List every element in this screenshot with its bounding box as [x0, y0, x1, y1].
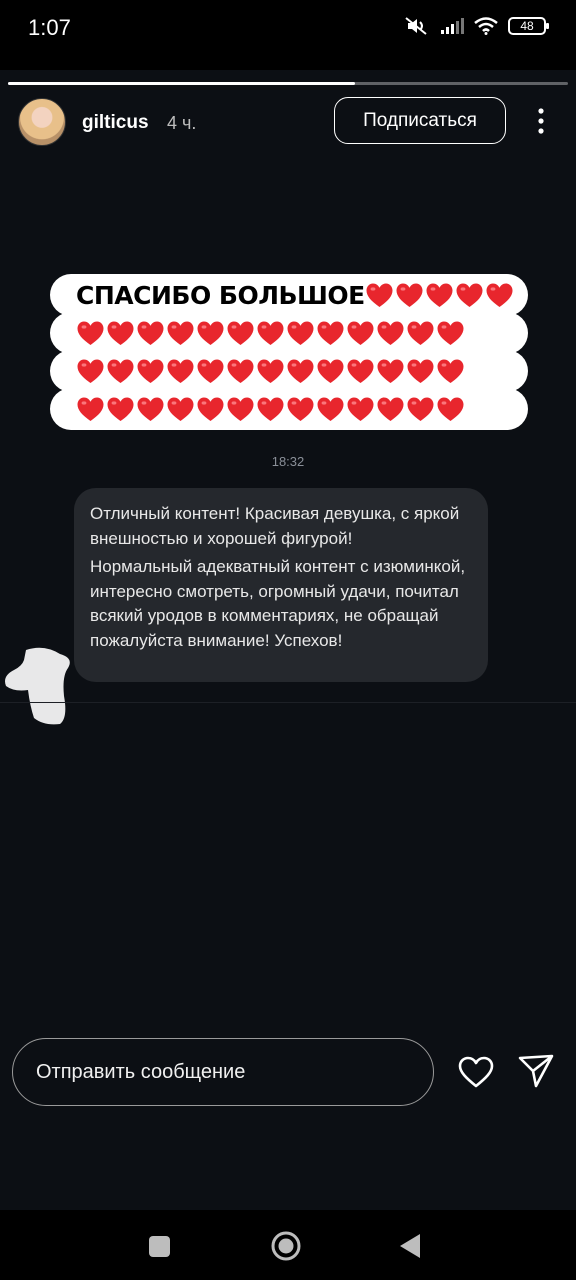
avatar[interactable] — [18, 98, 66, 146]
white-blur-shape — [5, 647, 70, 725]
red-heart-icon — [317, 359, 344, 383]
post-time: 4 ч. — [167, 113, 197, 133]
signal-icon — [441, 18, 464, 34]
red-heart-icon — [227, 321, 254, 345]
recents-icon[interactable] — [149, 1236, 170, 1257]
red-heart-icon — [426, 283, 453, 307]
red-heart-icon — [107, 359, 134, 383]
sticker-line-1: СПАСИБО БОЛЬШОЕ — [50, 274, 528, 316]
back-icon[interactable] — [398, 1232, 422, 1260]
red-heart-icon — [437, 321, 464, 345]
red-heart-icon — [396, 283, 423, 307]
red-heart-icon — [197, 359, 224, 383]
story-progress-fill — [8, 82, 356, 85]
message-input[interactable] — [12, 1038, 434, 1106]
red-heart-icon — [227, 359, 254, 383]
status-icons: 48 — [404, 16, 549, 36]
subscribe-button[interactable]: Подписаться — [334, 97, 506, 144]
navigation-bar — [0, 1210, 576, 1280]
red-heart-icon — [257, 321, 284, 345]
message-bubble: Отличный контент! Красивая девушка, с яр… — [74, 488, 488, 682]
red-heart-icon — [437, 397, 464, 421]
hearts-row — [365, 282, 514, 309]
red-heart-icon — [137, 397, 164, 421]
message-paragraph-2: Нормальный адекватный контент с изюминко… — [90, 557, 466, 650]
red-heart-icon — [107, 397, 134, 421]
red-heart-icon — [347, 397, 374, 421]
red-heart-icon — [437, 359, 464, 383]
red-heart-icon — [167, 359, 194, 383]
red-heart-icon — [167, 321, 194, 345]
red-heart-icon — [486, 283, 513, 307]
red-heart-icon — [366, 283, 393, 307]
red-heart-icon — [456, 283, 483, 307]
red-heart-icon — [407, 359, 434, 383]
red-heart-icon — [77, 397, 104, 421]
hearts-row — [50, 396, 465, 423]
red-heart-icon — [377, 359, 404, 383]
red-heart-icon — [77, 359, 104, 383]
red-heart-icon — [197, 321, 224, 345]
red-heart-icon — [377, 321, 404, 345]
red-heart-icon — [137, 321, 164, 345]
story-progress-bar — [8, 82, 568, 85]
red-heart-icon — [317, 397, 344, 421]
red-heart-icon — [287, 321, 314, 345]
red-heart-icon — [257, 359, 284, 383]
heart-icon[interactable] — [458, 1056, 494, 1088]
sticker-title: СПАСИБО БОЛЬШОЕ — [76, 280, 365, 310]
red-heart-icon — [197, 397, 224, 421]
divider — [0, 702, 576, 703]
red-heart-icon — [167, 397, 194, 421]
mute-icon — [405, 17, 427, 35]
wifi-icon — [474, 17, 498, 35]
red-heart-icon — [257, 397, 284, 421]
red-heart-icon — [407, 397, 434, 421]
status-bar: 1:07 48 — [0, 0, 576, 70]
red-heart-icon — [407, 321, 434, 345]
red-heart-icon — [377, 397, 404, 421]
hearts-row — [50, 320, 465, 347]
red-heart-icon — [347, 321, 374, 345]
sticker-line-4 — [50, 388, 528, 430]
red-heart-icon — [107, 321, 134, 345]
username[interactable]: gilticus — [82, 112, 149, 134]
thanks-sticker: СПАСИБО БОЛЬШОЕ — [50, 274, 528, 432]
hearts-row — [50, 358, 465, 385]
red-heart-icon — [347, 359, 374, 383]
sticker-line-2 — [50, 312, 528, 354]
battery-icon: 48 — [508, 17, 549, 35]
sticker-line-3 — [50, 350, 528, 392]
red-heart-icon — [287, 397, 314, 421]
message-time: 18:32 — [271, 454, 305, 469]
more-options-icon[interactable] — [530, 106, 552, 136]
send-icon[interactable] — [518, 1054, 554, 1088]
red-heart-icon — [137, 359, 164, 383]
red-heart-icon — [227, 397, 254, 421]
status-time: 1:07 — [28, 15, 71, 40]
home-icon[interactable] — [270, 1230, 302, 1262]
red-heart-icon — [317, 321, 344, 345]
message-paragraph-1: Отличный контент! Красивая девушка, с яр… — [90, 504, 460, 548]
red-heart-icon — [77, 321, 104, 345]
red-heart-icon — [287, 359, 314, 383]
